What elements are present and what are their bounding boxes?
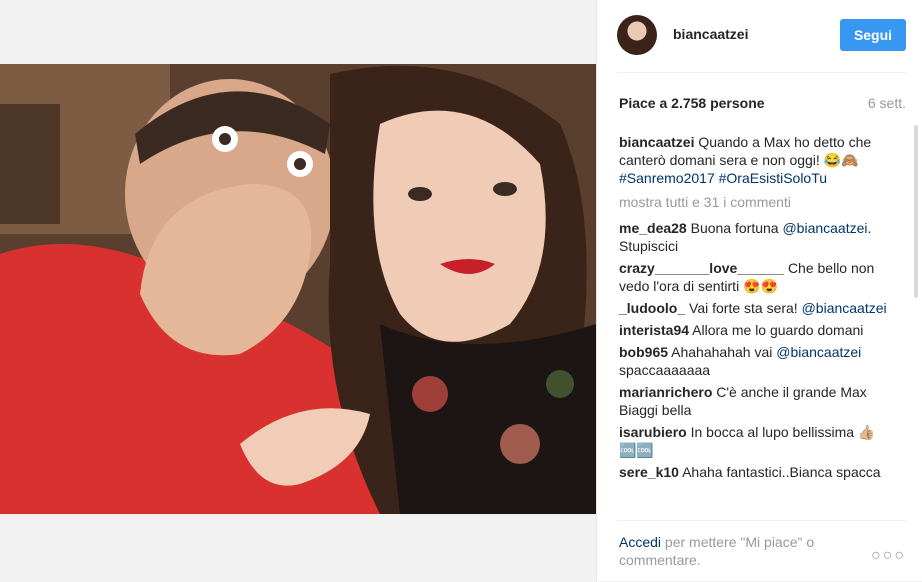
load-more-comments[interactable]: mostra tutti e 31 i commenti — [619, 193, 906, 211]
caption-username[interactable]: biancaatzei — [619, 134, 694, 150]
caption-hashtags[interactable]: #Sanremo2017 #OraEsistiSoloTu — [619, 170, 827, 186]
comment-text: Ahahahahah vai — [671, 344, 777, 360]
comment-username[interactable]: _ludoolo_ — [619, 300, 685, 316]
post-footer: Accedi per mettere "Mi piace" o commenta… — [617, 520, 906, 582]
comment-username[interactable]: isarubiero — [619, 424, 687, 440]
time-ago[interactable]: 6 sett. — [868, 95, 906, 111]
photo-area — [0, 0, 596, 581]
avatar[interactable] — [617, 15, 657, 55]
login-prompt: Accedi per mettere "Mi piace" o commenta… — [619, 533, 839, 569]
photo-illustration — [0, 64, 596, 514]
comment-text: Vai forte sta sera! — [689, 300, 802, 316]
list-item: marianrichero C'è anche il grande Max Bi… — [619, 383, 906, 419]
follow-button[interactable]: Segui — [840, 19, 906, 51]
list-item: isarubiero In bocca al lupo bellissima 👍… — [619, 423, 906, 459]
post-username[interactable]: biancaatzei — [673, 26, 748, 42]
post-header: biancaatzei Segui — [617, 12, 906, 73]
comment-mention[interactable]: @biancaatzei — [782, 220, 867, 236]
ellipsis-icon[interactable]: ○○○ — [871, 547, 906, 565]
list-item: me_dea28 Buona fortuna @biancaatzei. Stu… — [619, 219, 906, 255]
list-item: bob965 Ahahahahah vai @biancaatzei spacc… — [619, 343, 906, 379]
post-photo[interactable] — [0, 64, 596, 514]
caption: biancaatzei Quando a Max ho detto che ca… — [619, 133, 906, 187]
likes-row: Piace a 2.758 persone 6 sett. — [619, 95, 906, 115]
comment-username[interactable]: me_dea28 — [619, 220, 687, 236]
comment-text: Buona fortuna — [690, 220, 783, 236]
comment-username[interactable]: interista94 — [619, 322, 689, 338]
comment-username[interactable]: sere_k10 — [619, 464, 679, 480]
comments-scrollbar[interactable] — [914, 125, 918, 298]
list-item: sere_k10 Ahaha fantastici..Bianca spacca — [619, 463, 906, 481]
comments-list: biancaatzei Quando a Max ho detto che ca… — [619, 133, 906, 520]
comment-username[interactable]: crazy_______love______ — [619, 260, 784, 276]
comment-mention[interactable]: @biancaatzei — [776, 344, 861, 360]
list-item: interista94 Allora me lo guardo domani — [619, 321, 906, 339]
likes-count[interactable]: Piace a 2.758 persone — [619, 95, 765, 111]
login-link[interactable]: Accedi — [619, 534, 661, 550]
comment-text-after: spaccaaaaaaa — [619, 362, 711, 378]
comment-mention[interactable]: @biancaatzei — [802, 300, 887, 316]
list-item: crazy_______love______ Che bello non ved… — [619, 259, 906, 295]
comment-text: Ahaha fantastici..Bianca spacca — [682, 464, 881, 480]
comment-username[interactable]: bob965 — [619, 344, 668, 360]
comment-username[interactable]: marianrichero — [619, 384, 712, 400]
post-side-panel: biancaatzei Segui Piace a 2.758 persone … — [596, 0, 922, 581]
list-item: _ludoolo_ Vai forte sta sera! @biancaatz… — [619, 299, 906, 317]
comment-text: Allora me lo guardo domani — [692, 322, 864, 338]
